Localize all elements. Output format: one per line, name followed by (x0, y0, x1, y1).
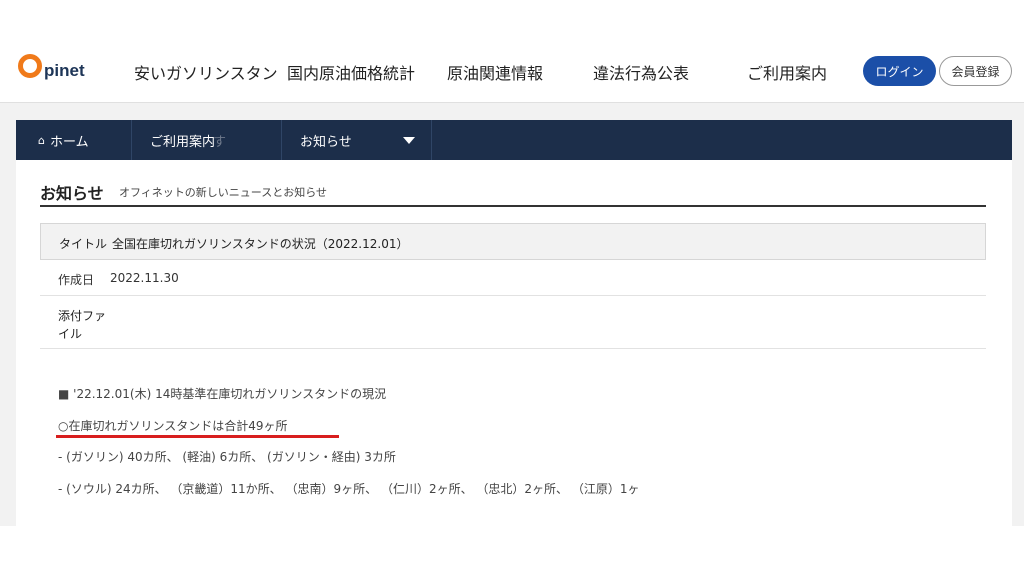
article-attachment-label: 添付ファイル (58, 309, 107, 341)
article-attachment-row: 添付ファイル (40, 296, 986, 349)
body-line-total: ○在庫切れガソリンスタンドは合計49ヶ所 (58, 419, 288, 433)
site-logo[interactable]: pinet (18, 52, 85, 81)
gnav-domestic-price-stats[interactable]: 国内原油価格統計 (287, 60, 415, 84)
nav-home-label: ホーム (49, 134, 89, 150)
body-line-status-header: ■ '22.12.01(木) 14時基準在庫切れガソリンスタンドの現況 (58, 387, 387, 401)
browser-viewport: pinet 安いガソリンスタン 国内原油価格統計 原油関連情報 違法行為公表 ご… (0, 18, 1024, 526)
logo-o-mark (18, 54, 42, 78)
nav-notice-label: お知らせ (300, 134, 352, 150)
gnav-user-guide[interactable]: ご利用案内 (747, 60, 827, 84)
gnav-illegal-acts[interactable]: 違法行為公表 (593, 60, 689, 84)
register-button[interactable]: 会員登録 (939, 56, 1012, 86)
page-subtitle: オフィネットの新しいニュースとお知らせ (119, 186, 328, 199)
site-header: pinet 安いガソリンスタン 国内原油価格統計 原油関連情報 違法行為公表 ご… (0, 18, 1024, 103)
title-divider (40, 205, 986, 207)
nav-home[interactable]: ⌂ ホーム (16, 120, 132, 160)
body-line-fuel-breakdown: - (ガソリン) 40カ所、 (軽油) 6カ所、 (ガソリン・経由) 3カ所 (58, 450, 396, 464)
home-icon: ⌂ (38, 133, 45, 147)
notice-content-card: お知らせ オフィネットの新しいニュースとお知らせ タイトル 全国在庫切れガソリン… (16, 160, 1012, 526)
article-title-label: タイトル (59, 237, 108, 251)
nav-guide-ghost-text: す (213, 134, 227, 150)
article-title-value: 全国在庫切れガソリンスタンドの状況（2022.12.01） (112, 237, 409, 251)
triangle-down-icon (403, 137, 415, 144)
body-line-region-breakdown: - (ソウル) 24カ所、 （京畿道）11か所、 （忠南）9ヶ所、 （仁川）2ヶ… (58, 482, 640, 496)
article-title-row: タイトル 全国在庫切れガソリンスタンドの状況（2022.12.01） (40, 223, 986, 260)
nav-guide-label: ご利用案内 (150, 134, 216, 150)
login-button[interactable]: ログイン (863, 56, 936, 86)
logo-text: pinet (44, 61, 85, 80)
article-date-value: 2022.11.30 (110, 271, 179, 285)
article-date-row: 作成日 2022.11.30 (40, 260, 986, 296)
article-date-label: 作成日 (58, 273, 95, 287)
gnav-crude-oil-info[interactable]: 原油関連情報 (447, 60, 543, 84)
nav-notice-dropdown[interactable]: お知らせ (282, 120, 432, 160)
page-title: お知らせ (40, 184, 104, 203)
nav-user-guide[interactable]: ご利用案内 す (132, 120, 282, 160)
gnav-cheap-gas-stations[interactable]: 安いガソリンスタン (134, 60, 278, 84)
highlight-underline (56, 435, 339, 438)
main-navbar: ⌂ ホーム ご利用案内 す お知らせ (16, 120, 1012, 160)
